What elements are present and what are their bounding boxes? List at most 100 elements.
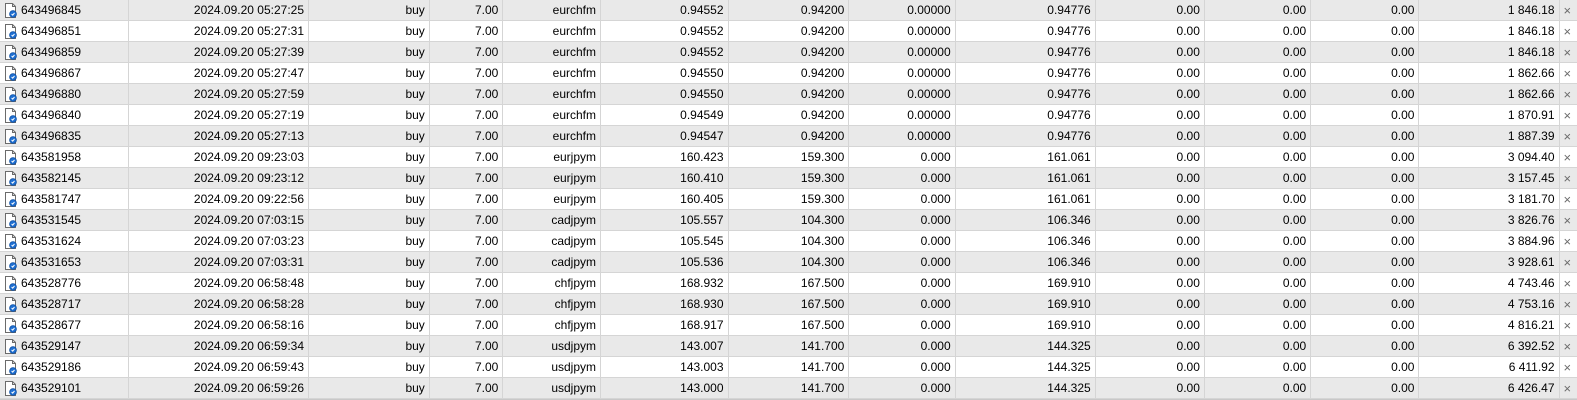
close-icon[interactable]: × [1564,87,1572,102]
trade-type-cell: buy [309,210,430,231]
symbol-cell: eurchfm [503,63,602,84]
table-row[interactable]: 643531545 2024.09.20 07:03:15 buy 7.00 cadjp… [0,210,1577,231]
close-position-button[interactable]: × [1559,252,1577,273]
table-row[interactable]: 643582145 2024.09.20 09:23:12 buy 7.00 eurjp… [0,168,1577,189]
close-position-button[interactable]: × [1559,126,1577,147]
table-row[interactable]: 643496845 2024.09.20 05:27:25 buy 7.00 eurch… [0,0,1577,21]
table-row[interactable]: 643529147 2024.09.20 06:59:34 buy 7.00 usdjp… [0,336,1577,357]
open-price-cell: 105.545 [601,231,729,252]
close-position-button[interactable]: × [1559,189,1577,210]
volume-cell: 7.00 [429,315,504,336]
close-icon[interactable]: × [1564,45,1572,60]
profit-cell: 1 887.39 [1419,126,1560,147]
close-icon[interactable]: × [1564,276,1572,291]
open-time-cell: 2024.09.20 06:59:43 [129,357,310,378]
current-price-cell: 0.94776 [955,0,1096,21]
ticket-number: 643531653 [21,254,82,269]
close-position-button[interactable]: × [1559,336,1577,357]
swap-cell: 0.00 [1204,126,1312,147]
close-position-button[interactable]: × [1559,210,1577,231]
order-document-icon [5,23,17,39]
take-profit-cell: 0.00000 [849,21,956,42]
close-icon[interactable]: × [1564,66,1572,81]
swap-cell: 0.00 [1204,0,1312,21]
close-position-button[interactable]: × [1559,21,1577,42]
trade-type-cell: buy [309,189,430,210]
take-profit-cell: 0.000 [849,189,956,210]
close-position-button[interactable]: × [1559,84,1577,105]
table-row[interactable]: 643496840 2024.09.20 05:27:19 buy 7.00 eurch… [0,105,1577,126]
profit-cell: 1 846.18 [1419,21,1560,42]
order-document-icon [5,149,17,165]
table-row[interactable]: 643581747 2024.09.20 09:22:56 buy 7.00 eurjp… [0,189,1577,210]
close-position-button[interactable]: × [1559,168,1577,189]
table-row[interactable]: 643496859 2024.09.20 05:27:39 buy 7.00 eurch… [0,42,1577,63]
close-position-button[interactable]: × [1559,294,1577,315]
table-row[interactable]: 643496867 2024.09.20 05:27:47 buy 7.00 eurch… [0,63,1577,84]
close-position-button[interactable]: × [1559,147,1577,168]
close-position-button[interactable]: × [1559,105,1577,126]
close-position-button[interactable]: × [1559,378,1577,399]
close-icon[interactable]: × [1564,381,1572,396]
trade-type-cell: buy [309,84,430,105]
table-row[interactable]: 643581958 2024.09.20 09:23:03 buy 7.00 eurjp… [0,147,1577,168]
close-icon[interactable]: × [1564,213,1572,228]
swap-cell: 0.00 [1204,336,1312,357]
current-price-cell: 144.325 [955,357,1096,378]
ticket-number: 643529147 [21,338,82,353]
close-icon[interactable]: × [1564,234,1572,249]
close-position-button[interactable]: × [1559,63,1577,84]
close-icon[interactable]: × [1564,339,1572,354]
open-time-cell: 2024.09.20 07:03:15 [129,210,310,231]
ticket-cell: 643582145 [0,168,130,189]
table-row[interactable]: 643528717 2024.09.20 06:58:28 buy 7.00 chfjp… [0,294,1577,315]
volume-cell: 7.00 [429,126,504,147]
close-icon[interactable]: × [1564,192,1572,207]
order-document-icon [5,296,17,312]
take-profit-cell: 0.000 [849,315,956,336]
close-icon[interactable]: × [1564,360,1572,375]
close-icon[interactable]: × [1564,24,1572,39]
close-position-button[interactable]: × [1559,231,1577,252]
table-row[interactable]: 643531624 2024.09.20 07:03:23 buy 7.00 cadjp… [0,231,1577,252]
close-position-button[interactable]: × [1559,273,1577,294]
table-row[interactable]: 643531653 2024.09.20 07:03:31 buy 7.00 cadjp… [0,252,1577,273]
close-position-button[interactable]: × [1559,42,1577,63]
close-icon[interactable]: × [1564,318,1572,333]
swap-cell: 0.00 [1204,210,1312,231]
table-row[interactable]: 643528776 2024.09.20 06:58:48 buy 7.00 chfjp… [0,273,1577,294]
stop-loss-cell: 159.300 [728,147,850,168]
table-row[interactable]: 643529186 2024.09.20 06:59:43 buy 7.00 usdjp… [0,357,1577,378]
stop-loss-cell: 167.500 [728,273,850,294]
open-positions-table: 643496845 2024.09.20 05:27:25 buy 7.00 eurch… [0,0,1577,400]
close-icon[interactable]: × [1564,171,1572,186]
ticket-number: 643531545 [21,212,82,227]
close-position-button[interactable]: × [1559,357,1577,378]
ticket-cell: 643529147 [0,336,130,357]
profit-cell: 6 411.92 [1419,357,1560,378]
close-icon[interactable]: × [1564,255,1572,270]
close-icon[interactable]: × [1564,150,1572,165]
close-icon[interactable]: × [1564,129,1572,144]
profit-cell: 1 846.18 [1419,0,1560,21]
ticket-cell: 643528717 [0,294,130,315]
table-row[interactable]: 643529101 2024.09.20 06:59:26 buy 7.00 usdjp… [0,378,1577,400]
symbol-cell: eurchfm [503,105,602,126]
close-position-button[interactable]: × [1559,315,1577,336]
open-price-cell: 168.932 [601,273,729,294]
close-icon[interactable]: × [1564,297,1572,312]
current-price-cell: 0.94776 [955,84,1096,105]
open-time-cell: 2024.09.20 05:27:59 [129,84,310,105]
volume-cell: 7.00 [429,357,504,378]
tax-cell: 0.00 [1311,231,1420,252]
close-position-button[interactable]: × [1559,0,1577,21]
profit-cell: 6 392.52 [1419,336,1560,357]
close-icon[interactable]: × [1564,108,1572,123]
volume-cell: 7.00 [429,0,504,21]
table-row[interactable]: 643496880 2024.09.20 05:27:59 buy 7.00 eurch… [0,84,1577,105]
table-row[interactable]: 643528677 2024.09.20 06:58:16 buy 7.00 chfjp… [0,315,1577,336]
table-row[interactable]: 643496851 2024.09.20 05:27:31 buy 7.00 eurch… [0,21,1577,42]
close-icon[interactable]: × [1564,3,1572,18]
take-profit-cell: 0.000 [849,294,956,315]
table-row[interactable]: 643496835 2024.09.20 05:27:13 buy 7.00 eurch… [0,126,1577,147]
